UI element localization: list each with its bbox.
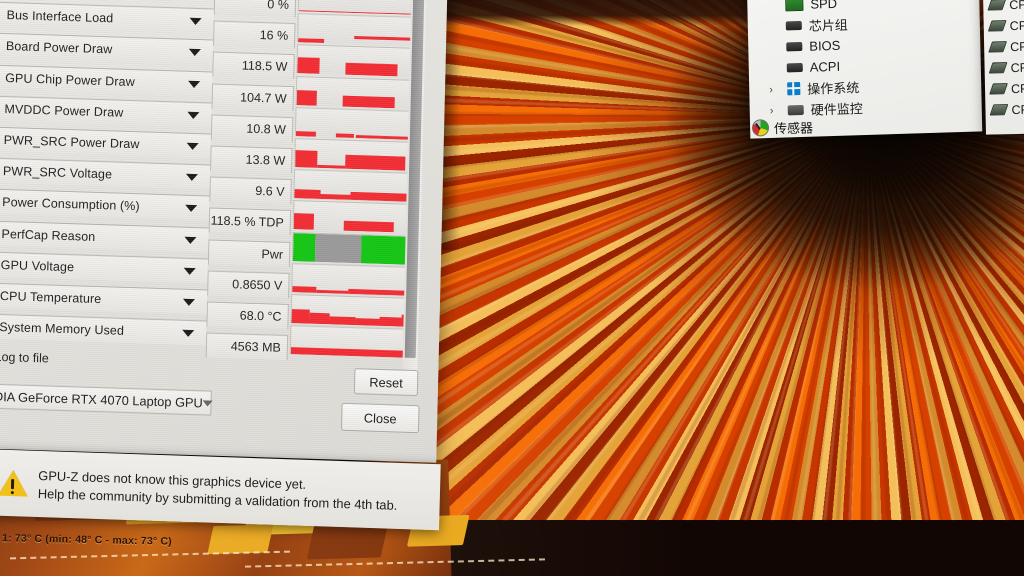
cpu-icon [988, 62, 1008, 74]
chevron-down-icon[interactable] [189, 17, 202, 26]
chip-icon [786, 41, 803, 52]
sensor-name[interactable]: MVDDC Power Draw [0, 95, 212, 128]
close-button[interactable]: Close [340, 402, 420, 434]
tree-expander[interactable]: › [770, 104, 779, 116]
chevron-down-icon[interactable] [182, 329, 195, 338]
tree-expander[interactable]: › [769, 83, 778, 95]
chevron-down-icon[interactable] [186, 173, 199, 182]
sensor-name[interactable]: GPU Chip Power Draw [0, 64, 213, 97]
hwinfo-sensors-button[interactable]: 传感器 [751, 117, 814, 137]
sensor-name-label: System Memory Used [0, 320, 125, 338]
sensor-name[interactable]: PWR_SRC Voltage [0, 157, 211, 190]
sensor-name[interactable]: Bus Interface Load [0, 1, 215, 34]
list-item-label: CP [1010, 39, 1024, 54]
sensor-name[interactable]: CPU Temperature [0, 282, 208, 315]
sensor-name-label: Power Consumption (%) [2, 195, 140, 214]
warning-triangle-icon [0, 469, 29, 497]
list-item-label: CP [1009, 18, 1024, 33]
sensor-name-label: CPU Temperature [0, 288, 102, 307]
cpu-icon [988, 41, 1008, 53]
gpuz-window[interactable]: Video Engine Load 0 % Bus Interface Load… [0, 0, 448, 463]
cpu-icon [987, 0, 1007, 11]
memory-module-icon [785, 0, 804, 12]
cpu-icon [989, 83, 1008, 95]
sensor-name-label: PWR_SRC Power Draw [3, 132, 140, 152]
sensor-graph [289, 325, 418, 359]
sensor-name-label: GPU Voltage [0, 257, 75, 274]
gpu-device-select[interactable]: NVIDIA GeForce RTX 4070 Laptop GPU [0, 382, 213, 416]
tree-item-label: ACPI [809, 58, 841, 75]
sensor-name-label: PerfCap Reason [1, 226, 96, 244]
gauge-icon [751, 119, 770, 137]
sensor-list[interactable]: Video Engine Load 0 % Bus Interface Load… [0, 0, 426, 361]
sensor-name[interactable]: PerfCap Reason [0, 220, 209, 252]
chevron-down-icon[interactable] [202, 399, 213, 407]
hwinfo-second-column-panel[interactable]: CP CP CP CP CPU CPU [982, 0, 1024, 135]
list-item-label: CPU [1010, 81, 1024, 96]
chip-icon [786, 62, 803, 73]
cpu-icon [989, 104, 1009, 116]
list-item[interactable]: CP [988, 35, 1024, 57]
log-to-file-row[interactable]: Log to file [0, 349, 49, 366]
sensor-name[interactable]: Power Consumption (%) [0, 189, 210, 221]
list-item[interactable]: CPU [989, 77, 1024, 99]
list-item[interactable]: CP [987, 14, 1024, 36]
chevron-down-icon[interactable] [188, 80, 201, 88]
sensor-name-label: Board Power Draw [5, 39, 113, 57]
cpu-icon [987, 20, 1007, 32]
list-item-label: CP [1009, 0, 1024, 12]
list-item[interactable]: CP [987, 0, 1024, 16]
list-item[interactable]: CP [988, 56, 1024, 78]
sensors-button-label: 传感器 [773, 120, 814, 137]
log-to-file-label: Log to file [0, 349, 49, 366]
sensor-name-label: GPU Chip Power Draw [5, 70, 135, 89]
chevron-down-icon[interactable] [185, 205, 198, 213]
chevron-down-icon[interactable] [189, 49, 202, 57]
sensor-value: 4563 MB [205, 332, 289, 361]
list-item-label: CPU [1011, 102, 1024, 117]
tree-item-label: 硬件监控 [810, 101, 863, 118]
chevron-down-icon[interactable] [183, 298, 196, 306]
chevron-down-icon[interactable] [187, 111, 200, 119]
tree-item-label: 芯片组 [808, 17, 849, 34]
sensor-name-label: MVDDC Power Draw [4, 101, 124, 120]
hwinfo-cpu-list[interactable]: CP CP CP CP CPU CPU [982, 0, 1024, 121]
chip-icon [785, 20, 802, 31]
gpu-device-select-value: NVIDIA GeForce RTX 4070 Laptop GPU [0, 388, 203, 411]
list-item[interactable]: CPU [989, 98, 1024, 120]
warning-text: GPU-Z does not know this graphics device… [38, 467, 398, 512]
sensor-name[interactable]: Board Power Draw [0, 33, 214, 65]
chevron-down-icon[interactable] [184, 236, 197, 244]
reset-button[interactable]: Reset [353, 368, 419, 397]
tree-item-label: 操作系统 [807, 80, 860, 97]
chevron-down-icon[interactable] [186, 142, 199, 151]
chevron-down-icon[interactable] [183, 267, 197, 275]
sensor-name[interactable]: System Memory Used [0, 313, 207, 346]
sensor-name[interactable]: GPU Voltage [0, 251, 209, 284]
sensor-name-label: PWR_SRC Voltage [2, 164, 113, 182]
hardware-icon [787, 104, 804, 115]
sensor-name-label: Bus Interface Load [6, 8, 114, 26]
tree-item-label: BIOS [809, 37, 841, 54]
windows-icon [787, 82, 801, 96]
hwinfo-tree[interactable]: SPD 芯片组 BIOS ACPI › 操作系统 › 硬件监控 [746, 0, 982, 122]
sensor-name[interactable]: PWR_SRC Power Draw [0, 126, 212, 159]
list-item-label: CP [1010, 60, 1024, 75]
tree-item-label: SPD [810, 0, 838, 12]
